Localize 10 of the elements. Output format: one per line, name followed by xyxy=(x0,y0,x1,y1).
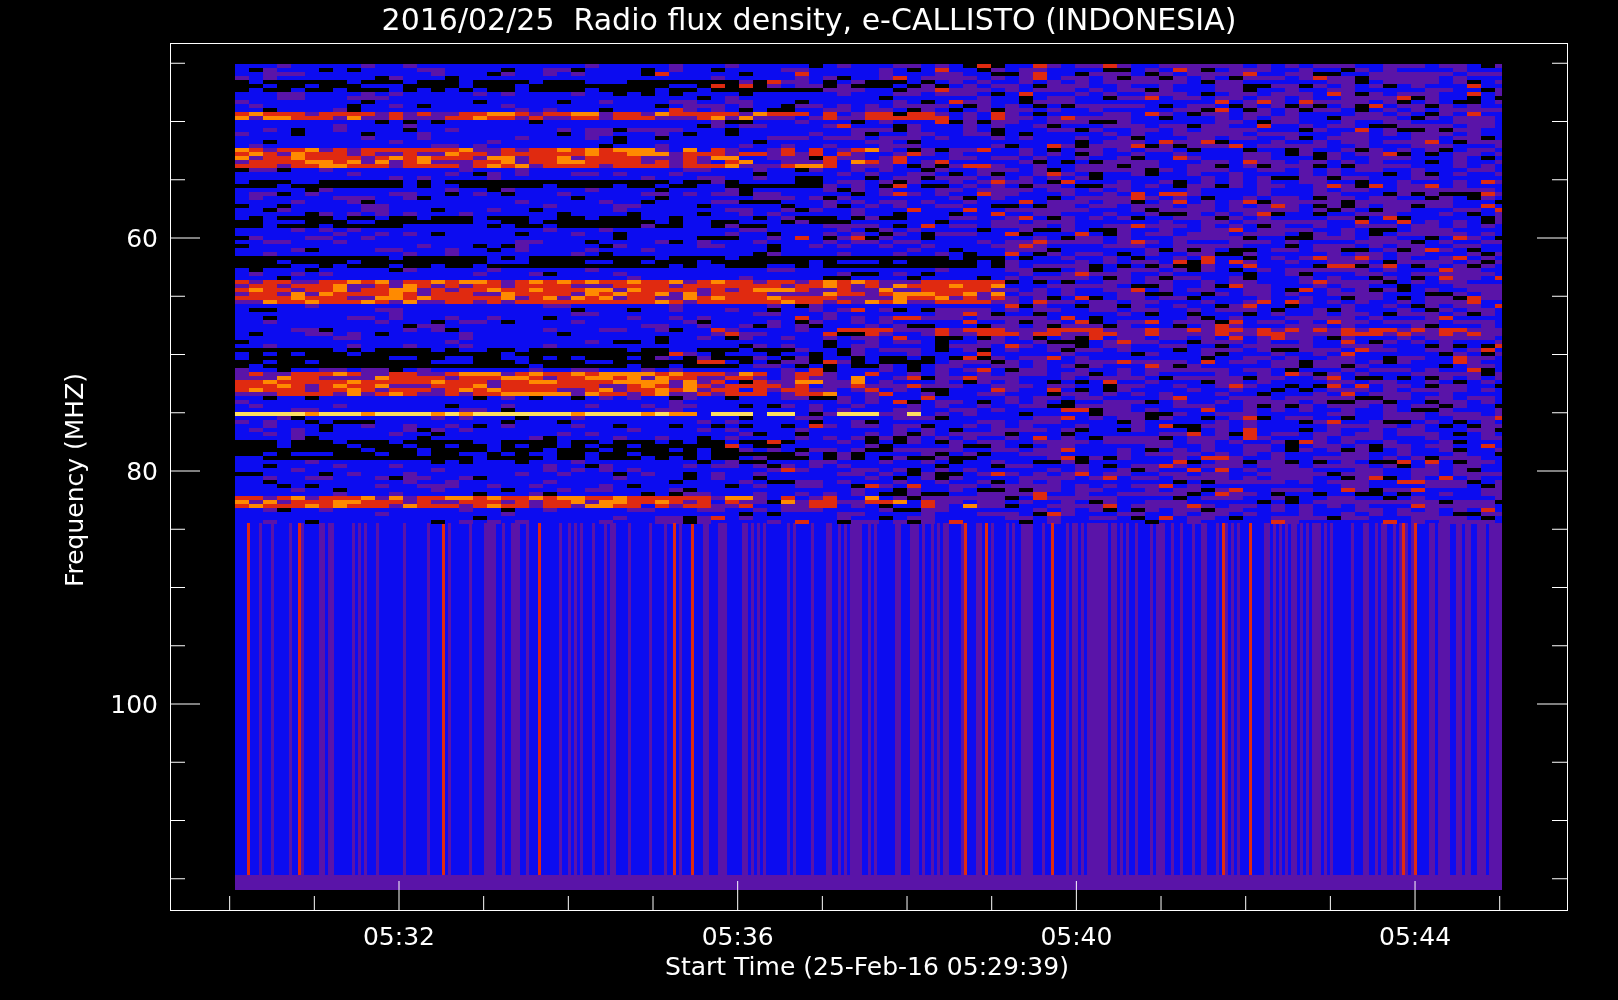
axis-label: Frequency (MHZ) xyxy=(60,372,89,588)
tick-label: 100 xyxy=(110,690,158,719)
tick-label: 05:32 xyxy=(363,922,435,951)
tick-label: 60 xyxy=(126,224,158,253)
tick-label: 80 xyxy=(126,457,158,486)
tick-label: 05:36 xyxy=(701,922,774,951)
axis-label: Start Time (25-Feb-16 05:29:39) xyxy=(665,952,1069,981)
tick-label: 05:44 xyxy=(1379,922,1452,951)
tick-label: 05:40 xyxy=(1040,922,1113,951)
chart-title: 2016/02/25 Radio flux density, e-CALLISTO (INDONESIA) xyxy=(381,1,1237,39)
